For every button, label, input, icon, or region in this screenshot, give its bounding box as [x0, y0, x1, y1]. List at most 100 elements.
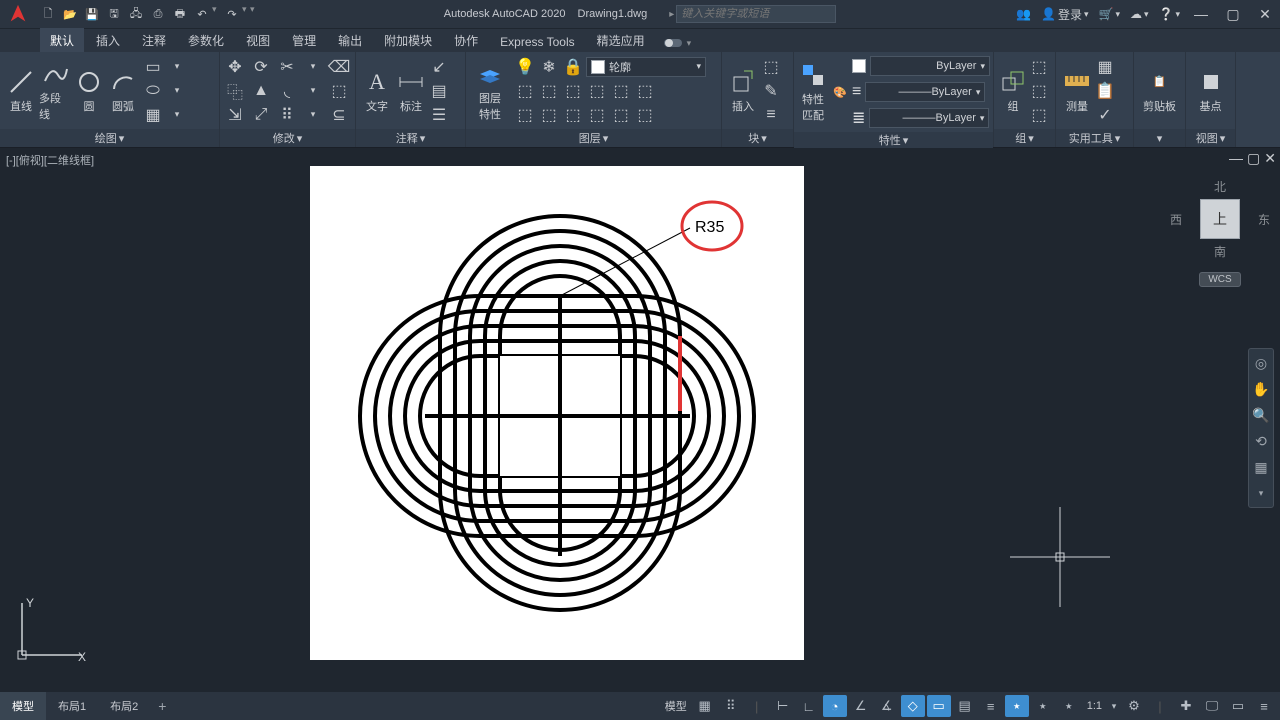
status-monitor-icon[interactable]: 🖵 — [1200, 695, 1224, 717]
rotate-tool-icon[interactable]: ⟳ — [250, 56, 272, 78]
explode-tool-icon[interactable]: ⬚ — [328, 80, 350, 102]
qat-print-icon[interactable]: 🖶 — [170, 4, 190, 24]
panel-block[interactable]: 块 ▾ — [722, 129, 793, 147]
vp-maximize-icon[interactable]: ▢ — [1247, 150, 1260, 167]
drawing-canvas[interactable]: R35 — [310, 166, 804, 660]
erase-tool-icon[interactable]: ⌫ — [328, 56, 350, 78]
layer-tool-icon[interactable]: ⬚ — [514, 80, 536, 102]
group-tool-icon[interactable]: ⬚ — [1028, 56, 1050, 78]
group-tool-icon[interactable]: ⬚ — [1028, 104, 1050, 126]
qat-new-icon[interactable]: 🗋 — [38, 4, 58, 24]
util-tool-icon[interactable]: ✓ — [1094, 104, 1116, 126]
annot-more-icon[interactable]: ☰ — [428, 104, 450, 126]
search-input[interactable] — [676, 5, 836, 23]
circle-tool[interactable]: 圆 — [72, 66, 106, 116]
app-menu-button[interactable] — [0, 0, 36, 28]
status-isodraft-icon[interactable]: ◔ — [823, 695, 847, 717]
panel-utilities[interactable]: 实用工具 ▾ — [1056, 129, 1133, 147]
lineweight-combo[interactable]: ———ByLayer▾ — [865, 82, 985, 102]
close-button[interactable]: ✕ — [1254, 6, 1276, 23]
wcs-badge[interactable]: WCS — [1199, 272, 1240, 287]
layer-tool-icon[interactable]: ⬚ — [514, 104, 536, 126]
nav-pan-icon[interactable]: ✋ — [1251, 379, 1271, 399]
status-model-text[interactable]: 模型 — [661, 698, 691, 714]
nav-showmotion-icon[interactable]: ▦ — [1251, 457, 1271, 477]
rect-tool-icon[interactable]: ▭ — [142, 56, 164, 78]
tab-annotate[interactable]: 注释 — [132, 28, 176, 52]
chevron-down-icon[interactable]: ▾ — [242, 4, 250, 24]
util-tool-icon[interactable]: ▦ — [1094, 56, 1116, 78]
nav-expand-icon[interactable]: ▾ — [1251, 483, 1271, 503]
layer-combo[interactable]: 轮廓▾ — [586, 57, 706, 77]
stretch-tool-icon[interactable]: ⇲ — [224, 104, 246, 126]
status-annovis-icon[interactable]: ⭑ — [1031, 695, 1055, 717]
group-tool-icon[interactable]: ⬚ — [1028, 80, 1050, 102]
panel-modify[interactable]: 修改 ▾ — [220, 129, 355, 147]
color-wheel-icon[interactable]: 🎨 — [828, 76, 852, 108]
hatch-tool-icon[interactable]: ▦ — [142, 104, 164, 126]
scale-tool-icon[interactable]: ⤢ — [250, 104, 272, 126]
layer-tool-icon[interactable]: ⬚ — [634, 104, 656, 126]
status-cycle-icon[interactable]: ≡ — [979, 695, 1003, 717]
layout-tab-2[interactable]: 布局2 — [98, 692, 150, 720]
chevron-down-icon[interactable]: ▾ — [302, 104, 324, 126]
panel-properties[interactable]: 特性 ▾ — [794, 132, 993, 148]
panel-clipboard[interactable]: ▾ — [1134, 129, 1185, 147]
trim-tool-icon[interactable]: ✂ — [276, 56, 298, 78]
status-annoscale-icon[interactable]: ⭑ — [1005, 695, 1029, 717]
layout-tab-1[interactable]: 布局1 — [46, 692, 98, 720]
panel-view[interactable]: 视图 ▾ — [1186, 129, 1235, 147]
chevron-down-icon[interactable]: ▾ — [166, 56, 188, 78]
tab-addins[interactable]: 附加模块 — [374, 28, 442, 52]
chevron-down-icon[interactable]: ▾ — [302, 56, 324, 78]
viewcube[interactable]: 北 西 上 东 南 WCS — [1170, 178, 1270, 287]
nav-zoom-icon[interactable]: 🔍 — [1251, 405, 1271, 425]
status-customize-icon[interactable]: ≡ — [1252, 695, 1276, 717]
mirror-tool-icon[interactable]: ▲ — [250, 80, 272, 102]
layer-tool-icon[interactable]: ⬚ — [538, 80, 560, 102]
qat-open-icon[interactable]: 📂 — [60, 4, 80, 24]
status-lwt-icon[interactable]: ▭ — [927, 695, 951, 717]
status-polar-icon[interactable]: ∟ — [797, 695, 821, 717]
tab-collab[interactable]: 协作 — [444, 28, 488, 52]
linetype-combo[interactable]: ———ByLayer▾ — [869, 108, 989, 128]
move-tool-icon[interactable]: ✥ — [224, 56, 246, 78]
status-snap-icon[interactable]: ⠿ — [719, 695, 743, 717]
layer-tool-icon[interactable]: ⬚ — [538, 104, 560, 126]
group-button[interactable]: 组 — [998, 66, 1028, 116]
block-edit-icon[interactable]: ✎ — [760, 80, 782, 102]
qat-more-icon[interactable]: ▾ — [250, 4, 264, 24]
chevron-down-icon[interactable]: ▾ — [1108, 695, 1120, 717]
status-otrack-icon[interactable]: ∠ — [849, 695, 873, 717]
status-osnap-icon[interactable]: ∡ — [875, 695, 899, 717]
dimension-tool[interactable]: 标注 — [394, 66, 428, 116]
qat-save-icon[interactable]: 💾 — [82, 4, 102, 24]
signin-button[interactable]: 👤 登录 ▾ — [1041, 6, 1089, 23]
util-tool-icon[interactable]: 📋 — [1094, 80, 1116, 102]
fillet-tool-icon[interactable]: ◟ — [276, 80, 298, 102]
tab-output[interactable]: 输出 — [328, 28, 372, 52]
tab-manage[interactable]: 管理 — [282, 28, 326, 52]
arc-tool[interactable]: 圆弧 — [106, 66, 140, 116]
text-tool[interactable]: A文字 — [360, 66, 394, 116]
ellipse-tool-icon[interactable]: ⬭ — [142, 80, 164, 102]
block-attr-icon[interactable]: ≡ — [760, 104, 782, 126]
status-ws-icon[interactable]: ✚ — [1174, 695, 1198, 717]
layer-bulb-on-icon[interactable]: 💡 — [514, 56, 536, 78]
ucs-icon[interactable]: Y X — [12, 595, 92, 680]
chevron-down-icon[interactable]: ▾ — [302, 80, 324, 102]
tab-switch-icon[interactable]: ▾ — [663, 36, 692, 52]
nav-orbit-icon[interactable]: ⟲ — [1251, 431, 1271, 451]
block-create-icon[interactable]: ⬚ — [760, 56, 782, 78]
line-tool[interactable]: 直线 — [4, 66, 38, 116]
layer-tool-icon[interactable]: ⬚ — [634, 80, 656, 102]
tab-default[interactable]: 默认 — [40, 28, 84, 52]
restore-button[interactable]: ▢ — [1222, 6, 1244, 23]
tab-insert[interactable]: 插入 — [86, 28, 130, 52]
layer-tool-icon[interactable]: ⬚ — [586, 104, 608, 126]
polyline-tool[interactable]: 多段线 — [38, 58, 72, 124]
panel-draw[interactable]: 绘图 ▾ — [0, 129, 219, 147]
cart-icon[interactable]: 🛒▾ — [1099, 7, 1120, 21]
viewcube-top[interactable]: 上 — [1200, 199, 1240, 239]
clipboard-button[interactable]: 📋剪贴板 — [1138, 66, 1181, 116]
